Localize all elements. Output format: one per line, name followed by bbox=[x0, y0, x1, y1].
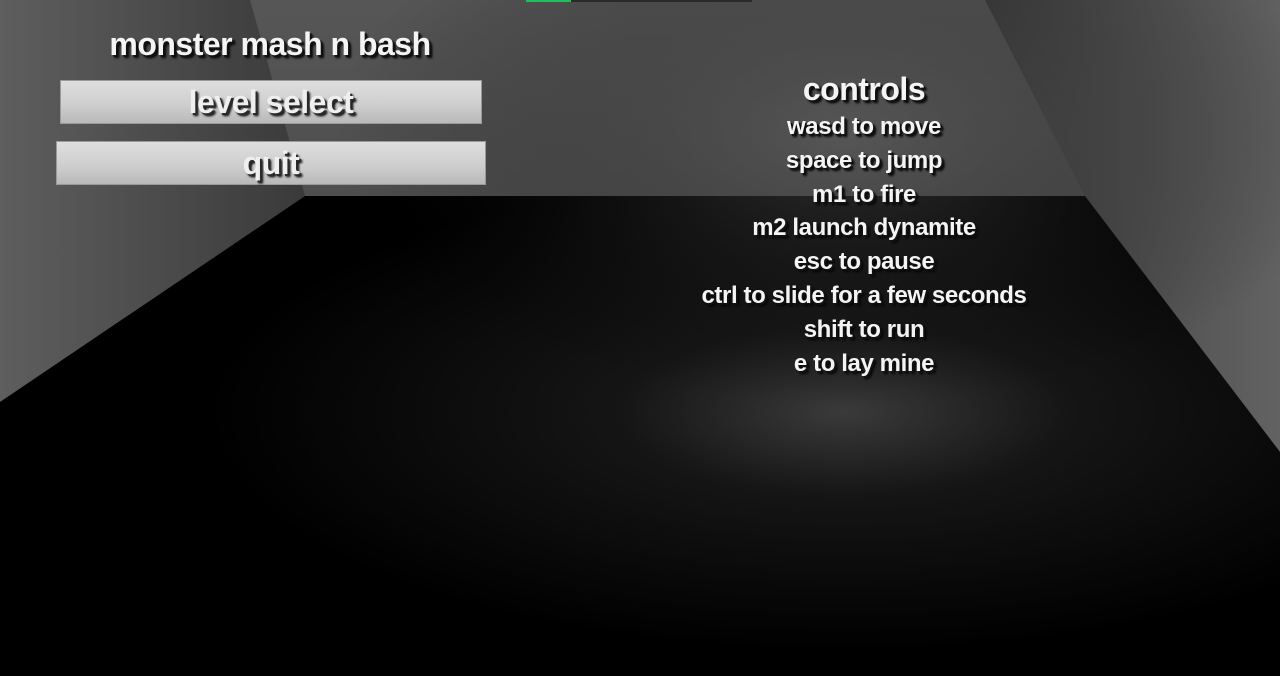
level-select-button[interactable]: level select bbox=[60, 80, 482, 124]
controls-heading: controls bbox=[802, 71, 926, 107]
control-line-jump: space to jump bbox=[785, 146, 943, 174]
control-line-pause: esc to pause bbox=[793, 248, 935, 276]
control-line-slide: ctrl to slide for a few seconds bbox=[701, 281, 1027, 309]
game-viewport: monster mash n bash level select quit co… bbox=[0, 0, 1280, 676]
controls-list: wasd to move space to jump m1 to fire m2… bbox=[654, 110, 1074, 380]
control-line-fire: m1 to fire bbox=[811, 180, 917, 208]
level-select-label: level select bbox=[188, 83, 354, 120]
game-title: monster mash n bash bbox=[109, 26, 431, 62]
control-line-dynamite: m2 launch dynamite bbox=[752, 214, 976, 242]
quit-button[interactable]: quit bbox=[56, 141, 486, 185]
control-line-run: shift to run bbox=[803, 315, 925, 343]
control-line-mine: e to lay mine bbox=[793, 349, 935, 377]
loading-bar bbox=[526, 0, 752, 2]
loading-bar-fill bbox=[526, 0, 572, 2]
controls-panel: controls wasd to move space to jump m1 t… bbox=[654, 68, 1074, 380]
quit-label: quit bbox=[242, 144, 300, 181]
control-line-move: wasd to move bbox=[787, 113, 941, 140]
